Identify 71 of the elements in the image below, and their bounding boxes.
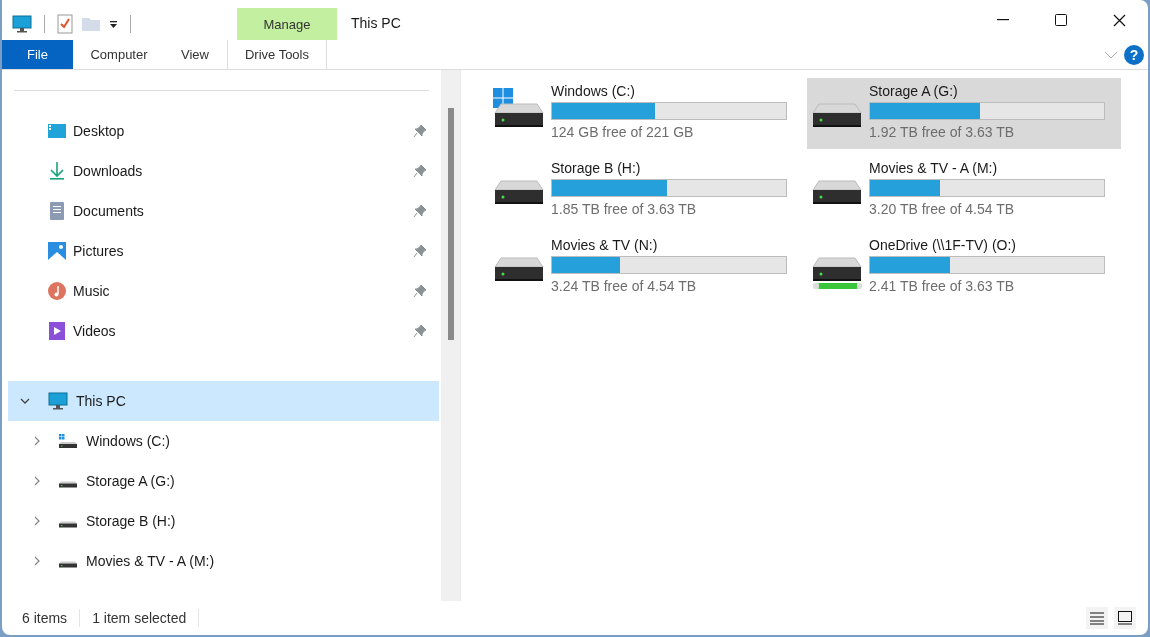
drive-name: Movies & TV - A (M:): [869, 159, 999, 177]
free-space-text: 124 GB free of 221 GB: [551, 123, 695, 141]
help-button[interactable]: ?: [1124, 44, 1144, 65]
details-view-button[interactable]: [1086, 607, 1108, 629]
free-space-text: 1.85 TB free of 3.63 TB: [551, 200, 698, 218]
nav-item[interactable]: Documents: [14, 191, 429, 231]
nav-item[interactable]: Pictures: [14, 231, 429, 271]
drive-tile[interactable]: Storage A (G:) 1.92 TB free of 3.63 TB: [807, 78, 1121, 149]
pin-icon[interactable]: [413, 244, 427, 258]
nav-item[interactable]: Desktop: [14, 111, 429, 151]
pictures-icon: [47, 241, 67, 261]
selection-count: 1 item selected: [92, 610, 187, 626]
free-space-text: 1.92 TB free of 3.63 TB: [869, 123, 1016, 141]
chevron-icon[interactable]: [32, 476, 42, 486]
ribbon-tab[interactable]: View: [165, 40, 225, 69]
drive-tile[interactable]: Storage B (H:) 1.85 TB free of 3.63 TB: [489, 155, 803, 226]
music-icon: [47, 281, 67, 301]
chevron-down-icon[interactable]: [1104, 50, 1118, 59]
tree-item[interactable]: Windows (C:): [8, 421, 439, 461]
free-space-text: 3.20 TB free of 4.54 TB: [869, 200, 1016, 218]
nav-item[interactable]: Music: [14, 271, 429, 311]
chevron-icon[interactable]: [32, 516, 42, 526]
drive-name: OneDrive (\\1F-TV) (O:): [869, 236, 1017, 254]
computer-icon: [48, 392, 68, 410]
drive-name: Movies & TV (N:): [551, 236, 659, 254]
desktop-icon: [47, 121, 67, 141]
drive-icon: [58, 521, 78, 528]
tree-item[interactable]: Movies & TV - A (M:): [8, 541, 439, 581]
free-space-text: 2.41 TB free of 3.63 TB: [869, 277, 1016, 295]
drive-tile[interactable]: OneDrive (\\1F-TV) (O:) 2.41 TB free of 3.63 TB: [807, 232, 1121, 303]
ribbon-tab[interactable]: File: [2, 40, 73, 69]
maximize-icon[interactable]: [1055, 14, 1067, 26]
pin-icon[interactable]: [413, 164, 427, 178]
computer-icon[interactable]: [12, 15, 32, 33]
item-count: 6 items: [22, 610, 68, 626]
tree-item[interactable]: This PC: [8, 381, 439, 421]
checklist-icon[interactable]: [57, 14, 73, 34]
chevron-icon[interactable]: [32, 436, 42, 446]
drive-name: Storage A (G:): [869, 82, 959, 100]
pin-icon[interactable]: [413, 324, 427, 338]
drive-icon: [58, 481, 78, 488]
ribbon-tab[interactable]: Computer: [73, 40, 165, 69]
scrollbar-thumb[interactable]: [447, 108, 454, 340]
window-title: This PC: [351, 15, 401, 31]
contextual-group-label: Manage: [237, 8, 337, 40]
drive-tile[interactable]: Movies & TV (N:) 3.24 TB free of 4.54 TB: [489, 232, 803, 303]
drive-name: Windows (C:): [551, 82, 636, 100]
tree-item[interactable]: Storage B (H:): [8, 501, 439, 541]
scrollbar[interactable]: [441, 70, 460, 601]
close-icon[interactable]: [1112, 13, 1126, 27]
free-space-text: 3.24 TB free of 4.54 TB: [551, 277, 698, 295]
chevron-icon[interactable]: [20, 396, 30, 406]
ribbon-tab[interactable]: Drive Tools: [226, 40, 327, 69]
nav-item[interactable]: Downloads: [14, 151, 429, 191]
pin-icon[interactable]: [413, 124, 427, 138]
tree-item[interactable]: Storage A (G:): [8, 461, 439, 501]
nav-item[interactable]: Videos: [14, 311, 429, 351]
chevron-icon[interactable]: [32, 556, 42, 566]
large-icons-view-button[interactable]: [1114, 607, 1136, 629]
drive-tile[interactable]: Movies & TV - A (M:) 3.20 TB free of 4.54 TB: [807, 155, 1121, 226]
windows-drive-icon: [58, 433, 78, 449]
pin-icon[interactable]: [413, 204, 427, 218]
dropdown-icon[interactable]: [109, 19, 118, 29]
drive-icon: [58, 561, 78, 568]
documents-icon: [47, 201, 67, 221]
drive-name: Storage B (H:): [551, 159, 642, 177]
drive-tile[interactable]: Windows (C:) 124 GB free of 221 GB: [489, 78, 803, 149]
downloads-icon: [47, 161, 67, 181]
minimize-icon[interactable]: [997, 19, 1009, 21]
pin-icon[interactable]: [413, 284, 427, 298]
videos-icon: [47, 321, 67, 341]
